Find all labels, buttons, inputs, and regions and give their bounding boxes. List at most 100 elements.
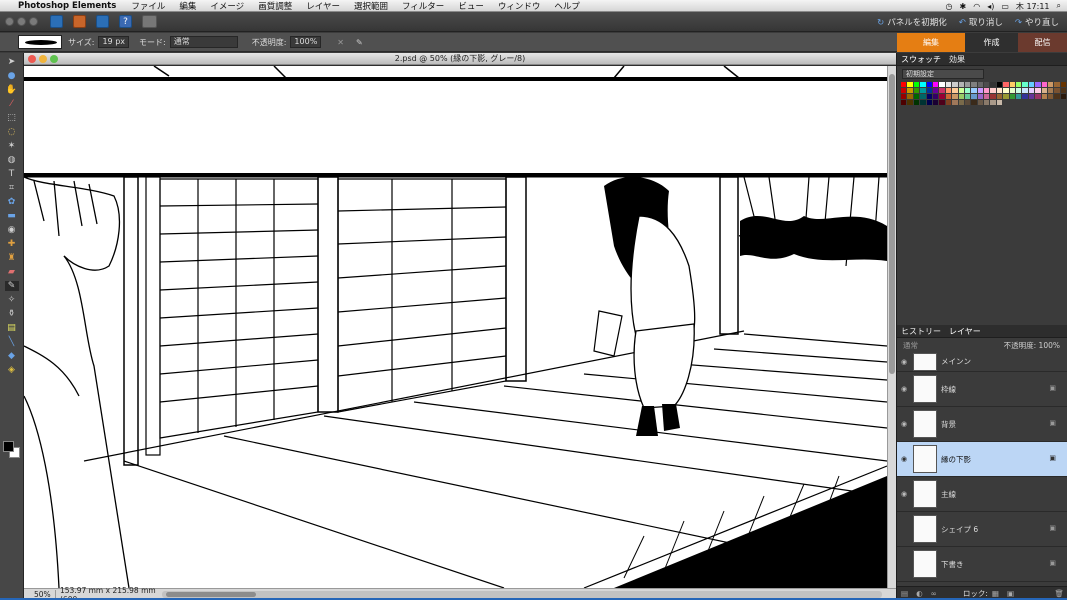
color-swatch[interactable] bbox=[1047, 88, 1054, 93]
color-swatch[interactable] bbox=[1003, 82, 1009, 87]
straighten-tool-icon[interactable]: ▬ bbox=[5, 211, 19, 221]
color-swatch[interactable] bbox=[990, 82, 996, 87]
minimize-document-icon[interactable] bbox=[39, 55, 47, 63]
brush-preset-picker[interactable] bbox=[18, 35, 62, 49]
swatch-preset-select[interactable]: 初期設定 bbox=[902, 69, 984, 79]
color-swatch[interactable] bbox=[1060, 88, 1067, 93]
clock[interactable]: 木 17:11 bbox=[1016, 1, 1050, 12]
color-swatch[interactable] bbox=[996, 100, 1003, 105]
save-icon[interactable] bbox=[96, 15, 109, 28]
horizontal-scrollbar[interactable] bbox=[162, 591, 882, 598]
color-swatch[interactable] bbox=[1003, 88, 1009, 93]
color-swatch[interactable] bbox=[990, 94, 996, 99]
layer-row[interactable]: ◉ 主線 bbox=[897, 477, 1067, 512]
color-swatch[interactable] bbox=[964, 82, 971, 87]
menu-edit[interactable]: 編集 bbox=[179, 0, 196, 12]
color-swatch[interactable] bbox=[971, 88, 977, 93]
lock-all-icon[interactable]: ▣ bbox=[1007, 589, 1014, 598]
color-swatch[interactable] bbox=[996, 88, 1003, 93]
color-swatch[interactable] bbox=[913, 100, 920, 105]
layer-row-selected[interactable]: ◉ 縁の下影 ▣ bbox=[897, 442, 1067, 477]
color-swatch[interactable] bbox=[1016, 82, 1022, 87]
eyedropper-tool-icon[interactable]: ⁄ bbox=[5, 99, 19, 109]
opacity-field[interactable]: 100% bbox=[290, 36, 322, 48]
wifi-icon[interactable]: ◠ bbox=[973, 2, 980, 11]
lock-transparency-icon[interactable]: ▦ bbox=[992, 589, 999, 598]
layer-row[interactable]: シェイプ 6 ▣ bbox=[897, 512, 1067, 547]
color-swatch[interactable] bbox=[984, 100, 990, 105]
adjustment-layer-icon[interactable]: ◐ bbox=[916, 589, 923, 598]
layer-row[interactable]: ◉ 背景 ▣ bbox=[897, 407, 1067, 442]
zoom-document-icon[interactable] bbox=[50, 55, 58, 63]
color-swatch[interactable] bbox=[932, 100, 939, 105]
color-swatch[interactable] bbox=[1047, 82, 1054, 87]
menu-view[interactable]: ビュー bbox=[458, 0, 484, 12]
color-swatch[interactable] bbox=[964, 94, 971, 99]
color-swatch[interactable] bbox=[952, 100, 958, 105]
color-swatch[interactable] bbox=[971, 94, 977, 99]
paint-bucket-tool-icon[interactable]: ⚱ bbox=[5, 309, 19, 319]
color-swatch[interactable] bbox=[1035, 82, 1041, 87]
foreground-color-swatch[interactable] bbox=[3, 441, 14, 452]
color-swatch[interactable] bbox=[1009, 94, 1016, 99]
color-swatch[interactable] bbox=[984, 94, 990, 99]
color-swatch[interactable] bbox=[907, 88, 913, 93]
menu-window[interactable]: ウィンドウ bbox=[498, 0, 541, 12]
color-swatch[interactable] bbox=[958, 88, 964, 93]
color-swatch[interactable] bbox=[932, 82, 939, 87]
layer-row[interactable]: 下書き ▣ bbox=[897, 547, 1067, 582]
color-swatch[interactable] bbox=[952, 82, 958, 87]
color-swatch[interactable] bbox=[939, 82, 945, 87]
color-swatch[interactable] bbox=[932, 88, 939, 93]
mode-select[interactable]: 通常 bbox=[169, 36, 238, 48]
color-swatch[interactable] bbox=[977, 100, 984, 105]
blur-tool-icon[interactable]: ◆ bbox=[5, 351, 19, 361]
vertical-scrollbar[interactable] bbox=[887, 66, 896, 588]
color-swatch[interactable] bbox=[907, 100, 913, 105]
cookie-cutter-tool-icon[interactable]: ✿ bbox=[5, 197, 19, 207]
color-swatch[interactable] bbox=[971, 100, 977, 105]
organizer-icon[interactable] bbox=[50, 15, 63, 28]
brush-tool-icon[interactable]: ✎ bbox=[4, 281, 19, 291]
color-swatch[interactable] bbox=[990, 88, 996, 93]
menu-help[interactable]: ヘルプ bbox=[554, 0, 580, 12]
color-swatch[interactable] bbox=[926, 88, 932, 93]
red-eye-tool-icon[interactable]: ◉ bbox=[5, 225, 19, 235]
spotlight-icon[interactable]: ⌕ bbox=[1057, 1, 1061, 11]
color-swatch[interactable] bbox=[920, 94, 926, 99]
image-canvas[interactable] bbox=[24, 66, 887, 588]
lasso-tool-icon[interactable]: ◌ bbox=[5, 127, 19, 137]
color-swatch[interactable] bbox=[920, 88, 926, 93]
color-swatch[interactable] bbox=[984, 88, 990, 93]
tab-layers[interactable]: レイヤー bbox=[945, 326, 985, 337]
color-swatch[interactable] bbox=[1009, 88, 1016, 93]
color-swatch[interactable] bbox=[926, 94, 932, 99]
hand-tool-icon[interactable]: ✋ bbox=[5, 85, 19, 95]
tab-create[interactable]: 作成 bbox=[965, 33, 1018, 52]
color-swatch[interactable] bbox=[945, 82, 952, 87]
color-swatch[interactable] bbox=[1028, 88, 1035, 93]
time-machine-icon[interactable]: ◷ bbox=[946, 2, 953, 11]
color-swatch[interactable] bbox=[1028, 82, 1035, 87]
color-swatches[interactable] bbox=[3, 441, 21, 459]
color-swatch[interactable] bbox=[996, 82, 1003, 87]
visibility-eye-icon[interactable]: ◉ bbox=[897, 358, 911, 366]
color-swatch[interactable] bbox=[1016, 94, 1022, 99]
close-document-icon[interactable] bbox=[28, 55, 36, 63]
new-file-icon[interactable] bbox=[73, 15, 86, 28]
spot-healing-tool-icon[interactable]: ✚ bbox=[5, 239, 19, 249]
tab-share[interactable]: 配信 bbox=[1018, 33, 1067, 52]
tab-effects[interactable]: 効果 bbox=[945, 54, 969, 65]
color-swatch[interactable] bbox=[977, 82, 984, 87]
tab-swatches[interactable]: スウォッチ bbox=[897, 54, 945, 65]
layer-opacity[interactable]: 不透明度: 100% bbox=[1004, 340, 1060, 351]
tab-history[interactable]: ヒストリー bbox=[897, 326, 945, 337]
visibility-eye-icon[interactable]: ◉ bbox=[897, 420, 911, 428]
color-swatch[interactable] bbox=[1047, 94, 1054, 99]
color-swatch[interactable] bbox=[920, 82, 926, 87]
color-swatch[interactable] bbox=[1041, 82, 1047, 87]
color-swatch[interactable] bbox=[901, 88, 907, 93]
layer-row[interactable]: ◉ 枠線 ▣ bbox=[897, 372, 1067, 407]
color-swatch[interactable] bbox=[939, 88, 945, 93]
zoom-window-icon[interactable] bbox=[29, 17, 38, 26]
